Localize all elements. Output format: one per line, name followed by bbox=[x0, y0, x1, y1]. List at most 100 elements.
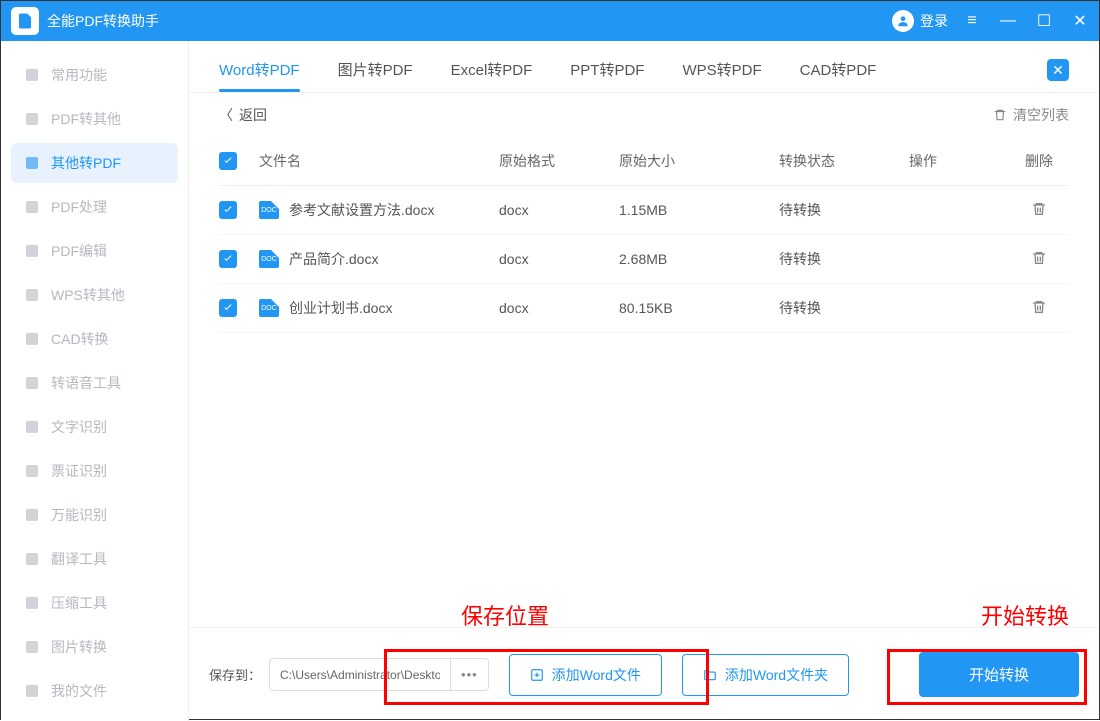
sidebar-item-9[interactable]: 票证识别 bbox=[11, 451, 178, 491]
sidebar-icon bbox=[23, 110, 41, 128]
sidebar-icon bbox=[23, 594, 41, 612]
login-label: 登录 bbox=[920, 11, 948, 31]
sidebar-item-label: PDF转其他 bbox=[51, 109, 121, 129]
sidebar-item-4[interactable]: PDF编辑 bbox=[11, 231, 178, 271]
format-cell: docx bbox=[499, 251, 619, 267]
file-name-cell: DOC创业计划书.docx bbox=[259, 298, 499, 318]
minimize-icon[interactable]: — bbox=[999, 12, 1017, 30]
main-panel: Word转PDF 图片转PDF Excel转PDF PPT转PDF WPS转PDF CAD… bbox=[189, 41, 1099, 721]
sidebar-item-2[interactable]: 其他转PDF bbox=[11, 143, 178, 183]
menu-icon[interactable]: ≡ bbox=[963, 12, 981, 30]
sidebar-icon bbox=[23, 198, 41, 216]
tab-2[interactable]: Excel转PDF bbox=[451, 59, 533, 92]
browse-button[interactable]: ••• bbox=[450, 659, 488, 690]
header-status: 转换状态 bbox=[779, 151, 909, 171]
word-file-icon: DOC bbox=[259, 299, 279, 317]
row-checkbox[interactable] bbox=[219, 201, 237, 219]
sidebar-item-label: 票证识别 bbox=[51, 461, 107, 481]
file-name-cell: DOC产品简介.docx bbox=[259, 249, 499, 269]
folder-icon bbox=[703, 668, 717, 682]
start-convert-button[interactable]: 开始转换 bbox=[919, 652, 1079, 697]
sidebar-item-label: 图片转换 bbox=[51, 637, 107, 657]
header-filename: 文件名 bbox=[259, 151, 499, 171]
header-delete: 删除 bbox=[1009, 151, 1069, 171]
add-folder-button[interactable]: 添加Word文件夹 bbox=[682, 654, 849, 696]
sidebar-item-label: 常用功能 bbox=[51, 65, 107, 85]
word-file-icon: DOC bbox=[259, 250, 279, 268]
sidebar-item-label: WPS转其他 bbox=[51, 285, 125, 305]
save-path-input[interactable] bbox=[270, 660, 450, 690]
sidebar-item-label: 转语音工具 bbox=[51, 373, 121, 393]
sidebar-item-7[interactable]: 转语音工具 bbox=[11, 363, 178, 403]
start-label: 开始转换 bbox=[969, 667, 1029, 684]
window-controls: ≡ — ☐ ✕ bbox=[963, 11, 1089, 31]
sidebar-icon bbox=[23, 242, 41, 260]
sidebar-item-label: PDF编辑 bbox=[51, 241, 107, 261]
back-button[interactable]: 〈 返回 bbox=[219, 105, 267, 125]
tab-3[interactable]: PPT转PDF bbox=[570, 59, 644, 92]
sidebar-icon bbox=[23, 682, 41, 700]
sidebar-icon bbox=[23, 330, 41, 348]
sidebar-item-3[interactable]: PDF处理 bbox=[11, 187, 178, 227]
tabs: Word转PDF 图片转PDF Excel转PDF PPT转PDF WPS转PDF CAD… bbox=[189, 41, 1099, 93]
add-file-label: 添加Word文件 bbox=[552, 665, 641, 685]
select-all-checkbox[interactable] bbox=[219, 152, 237, 170]
add-file-button[interactable]: 添加Word文件 bbox=[509, 654, 662, 696]
sidebar-item-12[interactable]: 压缩工具 bbox=[11, 583, 178, 623]
app-logo bbox=[11, 7, 39, 35]
header-action: 操作 bbox=[909, 151, 1009, 171]
tab-4[interactable]: WPS转PDF bbox=[682, 59, 761, 92]
delete-row-button[interactable] bbox=[1031, 201, 1047, 220]
clear-label: 清空列表 bbox=[1013, 105, 1069, 125]
toolbar: 〈 返回 清空列表 bbox=[189, 93, 1099, 137]
sidebar-item-1[interactable]: PDF转其他 bbox=[11, 99, 178, 139]
sidebar-item-6[interactable]: CAD转换 bbox=[11, 319, 178, 359]
sidebar-item-0[interactable]: 常用功能 bbox=[11, 55, 178, 95]
sidebar-item-14[interactable]: 我的文件 bbox=[11, 671, 178, 711]
format-cell: docx bbox=[499, 202, 619, 218]
status-cell: 待转换 bbox=[779, 249, 909, 269]
sidebar: 常用功能 PDF转其他其他转PDFPDF处理 PDF编辑 WPS转其他 CAD转换转语音… bbox=[1, 41, 189, 721]
word-file-icon: DOC bbox=[259, 201, 279, 219]
save-path-field: ••• bbox=[269, 658, 489, 691]
tab-close-button[interactable]: ✕ bbox=[1047, 59, 1069, 81]
table-header: 文件名 原始格式 原始大小 转换状态 操作 删除 bbox=[219, 137, 1069, 186]
sidebar-item-11[interactable]: 翻译工具 bbox=[11, 539, 178, 579]
status-cell: 待转换 bbox=[779, 200, 909, 220]
sidebar-icon bbox=[23, 286, 41, 304]
login-button[interactable]: 登录 bbox=[892, 10, 948, 32]
status-cell: 待转换 bbox=[779, 298, 909, 318]
sidebar-item-10[interactable]: 万能识别 bbox=[11, 495, 178, 535]
format-cell: docx bbox=[499, 300, 619, 316]
sidebar-item-13[interactable]: 图片转换 bbox=[11, 627, 178, 667]
table-row: DOC产品简介.docxdocx2.68MB待转换 bbox=[219, 235, 1069, 284]
clear-list-button[interactable]: 清空列表 bbox=[993, 105, 1069, 125]
sidebar-icon bbox=[23, 506, 41, 524]
back-label: 返回 bbox=[239, 105, 267, 125]
sidebar-icon bbox=[23, 550, 41, 568]
plus-icon bbox=[530, 668, 544, 682]
tab-0[interactable]: Word转PDF bbox=[219, 59, 300, 92]
maximize-icon[interactable]: ☐ bbox=[1035, 11, 1053, 31]
tab-1[interactable]: 图片转PDF bbox=[338, 59, 413, 92]
titlebar: 全能PDF转换助手 登录 ≡ — ☐ ✕ bbox=[1, 1, 1099, 41]
tab-5[interactable]: CAD转PDF bbox=[800, 59, 877, 92]
sidebar-item-label: 翻译工具 bbox=[51, 549, 107, 569]
table-row: DOC参考文献设置方法.docxdocx1.15MB待转换 bbox=[219, 186, 1069, 235]
sidebar-icon bbox=[23, 154, 41, 172]
close-icon[interactable]: ✕ bbox=[1071, 11, 1089, 31]
save-to-label: 保存到： bbox=[209, 665, 261, 684]
save-section: 保存到： ••• bbox=[209, 658, 489, 691]
row-checkbox[interactable] bbox=[219, 250, 237, 268]
delete-row-button[interactable] bbox=[1031, 250, 1047, 269]
file-name-cell: DOC参考文献设置方法.docx bbox=[259, 200, 499, 220]
sidebar-item-label: 万能识别 bbox=[51, 505, 107, 525]
chevron-left-icon: 〈 bbox=[219, 105, 233, 125]
sidebar-item-8[interactable]: 文字识别 bbox=[11, 407, 178, 447]
size-cell: 1.15MB bbox=[619, 202, 779, 218]
delete-row-button[interactable] bbox=[1031, 299, 1047, 318]
row-checkbox[interactable] bbox=[219, 299, 237, 317]
size-cell: 2.68MB bbox=[619, 251, 779, 267]
sidebar-item-5[interactable]: WPS转其他 bbox=[11, 275, 178, 315]
file-table: 文件名 原始格式 原始大小 转换状态 操作 删除 DOC参考文献设置方法.doc… bbox=[189, 137, 1099, 627]
